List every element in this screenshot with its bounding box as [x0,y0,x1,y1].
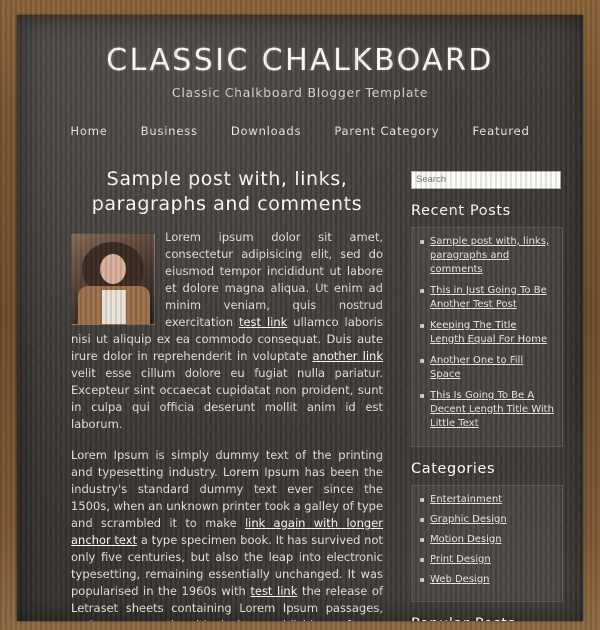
categories-list: Entertainment Graphic Design Motion Desi… [420,493,554,587]
list-item[interactable]: Web Design [420,573,554,587]
link-test-link-2[interactable]: test link [250,584,297,598]
site-description: Classic Chalkboard Blogger Template [171,85,429,100]
main-navigation: Home Business Downloads Parent Category … [17,120,583,139]
paragraph-1-text-c: velit esse cillum dolore eu fugiat nulla… [71,366,383,431]
nav-item-home[interactable]: Home [70,124,107,138]
categories-widget: Entertainment Graphic Design Motion Desi… [411,484,563,602]
widget-title-categories: Categories [411,460,496,477]
post-featured-image [71,233,155,325]
nav-item-featured[interactable]: Featured [472,124,529,138]
nav-item-parent-category[interactable]: Parent Category [334,124,439,138]
recent-posts-list: Sample post with, links, paragraphs and … [420,235,554,431]
nav-item-business[interactable]: Business [141,124,198,138]
sidebar: Recent Posts Sample post with, links, pa… [411,167,563,621]
post-paragraph-2: Lorem Ipsum is simply dummy text of the … [71,447,383,621]
widget-title-popular-posts: Popular Posts [411,616,563,622]
site-title: CLASSIC CHALKBOARD [106,43,494,78]
list-item[interactable]: Another One to Fill Space [420,354,554,382]
list-item[interactable]: This Is Going To Be A Decent Length Titl… [420,389,554,431]
main-column: Sample post with, links, paragraphs and … [71,167,383,621]
search-input[interactable] [411,170,561,189]
list-item[interactable]: Sample post with, links, paragraphs and … [420,235,554,277]
list-item[interactable]: Entertainment [420,493,554,507]
list-item[interactable]: This in Just Going To Be Another Test Po… [420,284,554,312]
wooden-frame: CLASSIC CHALKBOARD Classic Chalkboard Bl… [0,0,600,630]
recent-posts-widget: Sample post with, links, paragraphs and … [411,226,563,447]
nav-item-downloads[interactable]: Downloads [231,124,301,138]
list-item[interactable]: Graphic Design [420,513,554,527]
link-another-link[interactable]: another link [313,349,383,363]
list-item[interactable]: Keeping The Title Length Equal For Home [420,319,554,347]
list-item[interactable]: Print Design [420,553,554,567]
link-test-link-1[interactable]: test link [239,315,287,329]
post-title[interactable]: Sample post with, links, paragraphs and … [71,167,383,217]
list-item[interactable]: Motion Design [420,533,554,547]
widget-title-recent-posts: Recent Posts [411,202,511,219]
chalkboard-surface: CLASSIC CHALKBOARD Classic Chalkboard Bl… [17,15,583,621]
search-widget [411,167,563,189]
